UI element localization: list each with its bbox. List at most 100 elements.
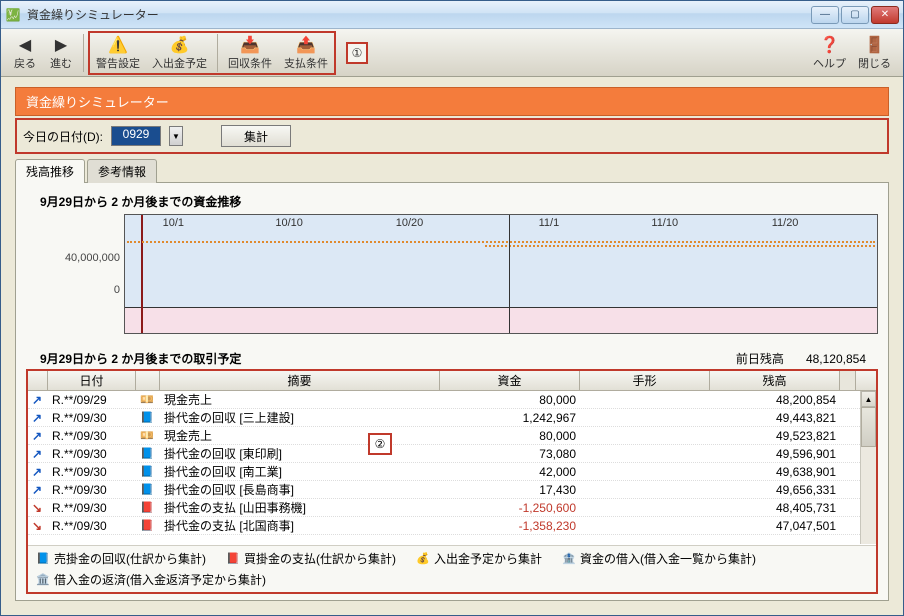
back-button[interactable]: ◀戻る [7,31,43,75]
direction-arrow-icon: ↗ [28,447,48,461]
cell-date: R.**/09/30 [48,519,136,533]
chart-x-tick: 10/10 [275,217,303,229]
table-row[interactable]: ↗R.**/09/30💴現金売上80,00049,523,821 [28,427,876,445]
vertical-scrollbar[interactable]: ▲ [860,391,876,544]
cell-date: R.**/09/30 [48,501,136,515]
cell-balance: 49,443,821 [710,411,840,425]
cell-type-icon: 📘 [136,446,160,461]
col-date[interactable]: 日付 [48,371,136,390]
cell-desc: 掛代金の支払 [山田事務機] [160,499,440,516]
callout-2: ② [368,433,392,455]
table-row[interactable]: ↗R.**/09/29💴現金売上80,00048,200,854 [28,391,876,409]
direction-arrow-icon: ↗ [28,465,48,479]
table-row[interactable]: ↗R.**/09/30📘掛代金の回収 [南工業]42,00049,638,901 [28,463,876,481]
cell-cash: 80,000 [440,393,580,407]
cell-type-icon: 📘 [136,410,160,425]
cell-balance: 49,596,901 [710,447,840,461]
window-close-button[interactable]: ✕ [871,6,899,24]
col-scrollbar-gap [840,371,856,390]
table-highlight: 日付 摘要 資金 手形 残高 ↗R.**/09/29💴現金売上80,00048,… [26,369,878,594]
ytick [117,316,120,328]
scroll-up-button[interactable]: ▲ [861,391,876,407]
table-row[interactable]: ↗R.**/09/30📘掛代金の回収 [長島商事]17,43049,656,33… [28,481,876,499]
table-row[interactable]: ↘R.**/09/30📕掛代金の支払 [山田事務機]-1,250,60048,4… [28,499,876,517]
date-dropdown-button[interactable]: ▼ [169,126,183,146]
help-button[interactable]: ❓ヘルプ [807,31,852,75]
cell-balance: 49,523,821 [710,429,840,443]
toolbar-highlight-group: ⚠️警告設定 💰入出金予定 📥回収条件 📤支払条件 [88,31,336,75]
cell-type-icon: 📘 [136,482,160,497]
toolbar: ◀戻る ▶進む ⚠️警告設定 💰入出金予定 📥回収条件 📤支払条件 ① ❓ヘルプ… [1,29,903,77]
cell-type-icon: 📕 [136,500,160,515]
tabs: 残高推移 参考情報 [15,159,889,183]
chart-series-line [485,245,875,247]
table-section-title: 9月29日から 2 か月後までの取引予定 [40,350,241,367]
table-body: ↗R.**/09/29💴現金売上80,00048,200,854↗R.**/09… [28,391,876,545]
minimize-button[interactable]: — [811,6,839,24]
cell-date: R.**/09/30 [48,411,136,425]
aggregate-button[interactable]: 集計 [221,125,291,147]
forward-button[interactable]: ▶進む [43,31,79,75]
close-button[interactable]: 🚪閉じる [852,31,897,75]
toolbar-separator [217,34,218,72]
chart-zero-line [125,307,877,308]
ytick [117,220,120,232]
col-balance[interactable]: 残高 [710,371,840,390]
table-row[interactable]: ↗R.**/09/30📘掛代金の回収 [三上建設]1,242,96749,443… [28,409,876,427]
payout-icon: 📤 [295,35,317,55]
back-icon: ◀ [14,35,36,55]
col-cash[interactable]: 資金 [440,371,580,390]
direction-arrow-icon: ↗ [28,429,48,443]
toolbar-separator [83,34,84,72]
chart-series-line [127,241,875,243]
table-row[interactable]: ↘R.**/09/30📕掛代金の支払 [北国商事]-1,358,23047,04… [28,517,876,535]
legend-plan: 💰入出金予定から集計 [416,550,542,567]
pay-icon: 📕 [226,552,240,566]
cell-balance: 49,638,901 [710,465,840,479]
scroll-thumb[interactable] [861,407,876,447]
cell-desc: 現金売上 [160,391,440,408]
chart-month-divider [509,215,510,333]
cell-desc: 掛代金の回収 [三上建設] [160,409,440,426]
col-tegata[interactable]: 手形 [580,371,710,390]
app-window: 💹 資金繰りシミュレーター — ▢ ✕ ◀戻る ▶進む ⚠️警告設定 💰入出金予… [0,0,904,616]
legend-receivable: 📘売掛金の回収(仕訳から集計) [36,550,206,567]
cell-type-icon: 📕 [136,518,160,533]
money-icon: 💰 [169,35,191,55]
today-date-input[interactable]: 0929 [111,126,161,146]
chart-section-title: 9月29日から 2 か月後までの資金推移 [40,193,878,210]
chart-x-tick: 11/10 [651,217,678,229]
main-panel: 9月29日から 2 か月後までの資金推移 40,000,000 0 10/110… [15,182,889,601]
payment-terms-button[interactable]: 📤支払条件 [278,31,334,75]
cell-date: R.**/09/30 [48,429,136,443]
cell-date: R.**/09/30 [48,465,136,479]
legend-repay: 🏛️借入金の返済(借入金返済予定から集計) [36,571,266,588]
ytick: 0 [114,284,120,296]
cell-desc: 掛代金の回収 [東印刷] [160,445,440,462]
tab-balance[interactable]: 残高推移 [15,159,85,183]
table-row[interactable]: ↗R.**/09/30📘掛代金の回収 [東印刷]73,08049,596,901 [28,445,876,463]
cell-cash: 80,000 [440,429,580,443]
direction-arrow-icon: ↘ [28,501,48,515]
cash-plan-button[interactable]: 💰入出金予定 [146,31,213,75]
cell-balance: 47,047,501 [710,519,840,533]
help-icon: ❓ [819,35,841,55]
chart-positive-region [125,215,877,307]
direction-arrow-icon: ↗ [28,393,48,407]
prev-balance-label: 前日残高 [736,350,784,367]
warning-icon: ⚠️ [107,35,129,55]
chart-x-tick: 10/1 [163,217,184,229]
col-desc[interactable]: 摘要 [160,371,440,390]
prev-balance-value: 48,120,854 [806,352,866,366]
maximize-button[interactable]: ▢ [841,6,869,24]
warn-settings-button[interactable]: ⚠️警告設定 [90,31,146,75]
date-row-highlight: 今日の日付(D): 0929 ▼ 集計 [15,118,889,154]
cell-cash: 73,080 [440,447,580,461]
collection-terms-button[interactable]: 📥回収条件 [222,31,278,75]
callout-1: ① [346,42,368,64]
chart-today-marker [141,215,143,333]
tab-reference[interactable]: 参考情報 [87,159,157,183]
chart-plot-area: 10/110/1010/2011/111/1011/20 [124,214,878,334]
direction-arrow-icon: ↗ [28,483,48,497]
cell-cash: 42,000 [440,465,580,479]
